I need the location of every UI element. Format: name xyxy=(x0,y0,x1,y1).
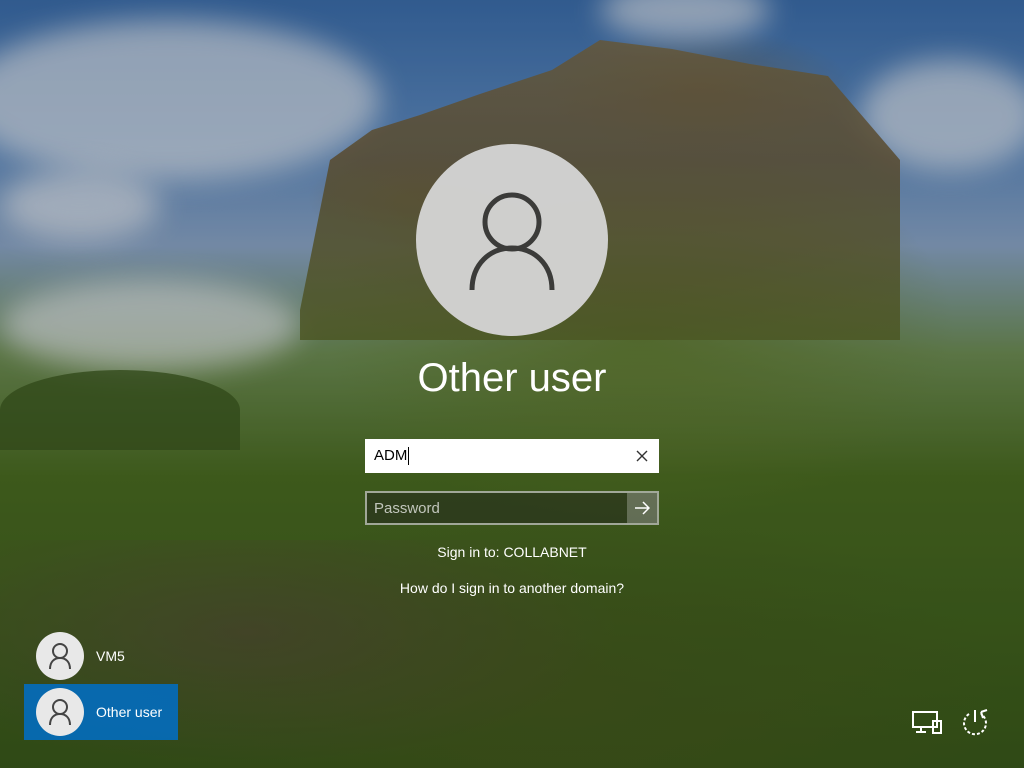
password-field[interactable]: Password xyxy=(365,491,659,525)
user-tile-label: Other user xyxy=(96,704,163,720)
user-avatar xyxy=(416,144,608,336)
username-input[interactable]: ADM xyxy=(365,439,659,473)
text-cursor xyxy=(408,447,410,466)
sign-in-domain-text: Sign in to: COLLABNET xyxy=(437,544,587,560)
power-button[interactable] xyxy=(958,706,992,740)
password-placeholder: Password xyxy=(374,499,440,517)
user-tile-other-user[interactable]: Other user xyxy=(24,684,178,740)
user-tile-avatar xyxy=(36,632,84,680)
person-icon xyxy=(49,699,71,726)
person-icon xyxy=(49,643,71,670)
lock-screen: Other user ADM Password Sign in to: COLL… xyxy=(0,0,1024,768)
arrow-right-icon xyxy=(635,501,650,515)
user-tile-label: VM5 xyxy=(96,648,125,664)
username-value: ADM xyxy=(374,446,408,464)
submit-button[interactable] xyxy=(627,493,657,523)
close-icon xyxy=(636,450,648,462)
user-tile-vm5[interactable]: VM5 xyxy=(24,628,178,684)
other-domain-link[interactable]: How do I sign in to another domain? xyxy=(0,580,1024,596)
selected-user-name: Other user xyxy=(417,356,607,400)
person-icon xyxy=(469,192,555,291)
clear-username-button[interactable] xyxy=(627,441,657,471)
network-icon xyxy=(912,711,942,734)
user-tile-avatar xyxy=(36,688,84,736)
network-button[interactable] xyxy=(910,706,944,740)
power-icon xyxy=(963,709,988,736)
